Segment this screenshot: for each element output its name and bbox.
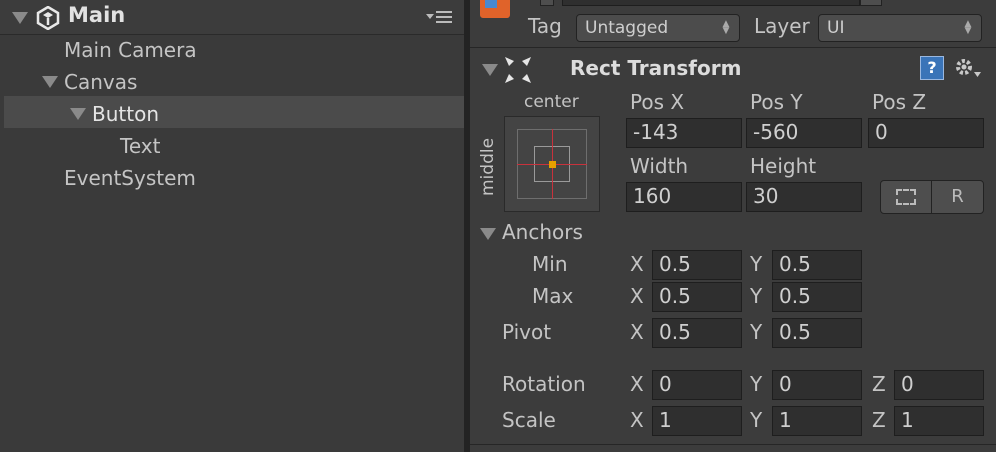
anchors-min-label: Min <box>532 252 568 276</box>
updown-icon: ▲ ▼ <box>722 19 730 36</box>
scale-label: Scale <box>502 408 556 432</box>
rotation-label: Rotation <box>502 372 586 396</box>
anchors-foldout-icon[interactable] <box>480 228 496 240</box>
anchors-max-label: Max <box>532 284 574 308</box>
anchors-max-x-field[interactable]: 0.5 <box>652 282 742 312</box>
tree-item-canvas[interactable]: Canvas <box>64 66 137 98</box>
anchor-vertical-label: middle <box>478 137 498 196</box>
scale-x-field[interactable]: 1 <box>652 406 742 436</box>
pivot-y-field[interactable]: 0.5 <box>772 318 862 348</box>
tree-item-label: EventSystem <box>64 166 196 190</box>
layer-value: UI <box>827 18 845 38</box>
anchors-min-x-field[interactable]: 0.5 <box>652 250 742 280</box>
tag-dropdown[interactable]: Untagged ▲ ▼ <box>576 14 740 42</box>
component-separator <box>470 444 996 445</box>
component-foldout-icon[interactable] <box>482 64 498 76</box>
rotation-x-field[interactable]: 0 <box>652 370 742 400</box>
pivot-x-field[interactable]: 0.5 <box>652 318 742 348</box>
tree-item-eventsystem[interactable]: EventSystem <box>64 162 196 194</box>
hierarchy-header: Main <box>0 0 464 35</box>
width-label: Width <box>630 154 689 178</box>
width-field[interactable]: 160 <box>626 182 742 212</box>
pos-y-label: Pos Y <box>750 90 803 114</box>
scale-z-field[interactable]: 1 <box>894 406 984 436</box>
help-icon[interactable]: ? <box>920 56 944 80</box>
rotation-y-field[interactable]: 0 <box>772 370 862 400</box>
updown-icon: ▲ ▼ <box>964 19 972 36</box>
active-toggle[interactable] <box>540 0 554 6</box>
height-field[interactable]: 30 <box>746 182 862 212</box>
tag-value: Untagged <box>585 18 669 38</box>
pos-z-label: Pos Z <box>872 90 927 114</box>
pos-x-field[interactable]: -143 <box>626 118 742 148</box>
anchor-dot-icon <box>549 161 556 168</box>
axis-x-label: X <box>630 408 644 432</box>
anchors-max-y-field[interactable]: 0.5 <box>772 282 862 312</box>
header-separator <box>470 47 996 48</box>
pos-y-field[interactable]: -560 <box>746 118 862 148</box>
tree-item-main-camera[interactable]: Main Camera <box>64 34 197 66</box>
raw-edit-button[interactable]: R <box>931 180 984 214</box>
static-toggle[interactable] <box>860 0 882 6</box>
hierarchy-panel: Main Main Camera Canvas Button Text Even… <box>0 0 464 452</box>
axis-x-label: X <box>630 320 644 344</box>
blueprint-mode-button[interactable] <box>880 180 932 214</box>
pivot-label: Pivot <box>502 320 552 344</box>
canvas-foldout-icon[interactable] <box>42 76 58 88</box>
anchor-preset-button[interactable] <box>504 116 600 212</box>
axis-x-label: X <box>630 284 644 308</box>
scale-y-field[interactable]: 1 <box>772 406 862 436</box>
axis-y-label: Y <box>750 252 763 276</box>
blueprint-icon <box>896 189 916 205</box>
inspector-panel: Tag Untagged ▲ ▼ Layer UI ▲ ▼ Rect Transfo… <box>470 0 996 452</box>
unity-logo-icon <box>36 6 60 30</box>
tree-item-text[interactable]: Text <box>120 130 160 162</box>
anchor-horizontal-label: center <box>524 92 579 112</box>
tree-item-label: Text <box>120 134 161 158</box>
axis-z-label: Z <box>872 372 886 396</box>
rotation-z-field[interactable]: 0 <box>894 370 984 400</box>
pos-x-label: Pos X <box>630 90 685 114</box>
anchors-label: Anchors <box>502 220 583 244</box>
axis-y-label: Y <box>750 284 763 308</box>
tree-item-label: Canvas <box>64 70 138 94</box>
axis-z-label: Z <box>872 408 886 432</box>
axis-y-label: Y <box>750 408 763 432</box>
layer-label: Layer <box>754 14 810 38</box>
gameobject-icon <box>480 0 510 18</box>
scene-foldout-icon[interactable] <box>12 12 28 24</box>
button-foldout-icon[interactable] <box>70 108 86 120</box>
scene-name: Main <box>68 3 126 27</box>
rect-transform-icon <box>505 57 531 83</box>
axis-y-label: Y <box>750 320 763 344</box>
axis-y-label: Y <box>750 372 763 396</box>
tree-item-button[interactable]: Button <box>92 98 159 130</box>
tree-item-label: Main Camera <box>64 38 197 62</box>
axis-x-label: X <box>630 372 644 396</box>
settings-gear-icon[interactable] <box>954 56 982 80</box>
component-title: Rect Transform <box>570 56 742 80</box>
name-field[interactable] <box>562 0 860 6</box>
layer-dropdown[interactable]: UI ▲ ▼ <box>818 14 982 42</box>
tree-item-label: Button <box>92 102 159 126</box>
anchors-min-y-field[interactable]: 0.5 <box>772 250 862 280</box>
axis-x-label: X <box>630 252 644 276</box>
tag-label: Tag <box>528 14 562 38</box>
height-label: Height <box>750 154 817 178</box>
pos-z-field[interactable]: 0 <box>868 118 984 148</box>
